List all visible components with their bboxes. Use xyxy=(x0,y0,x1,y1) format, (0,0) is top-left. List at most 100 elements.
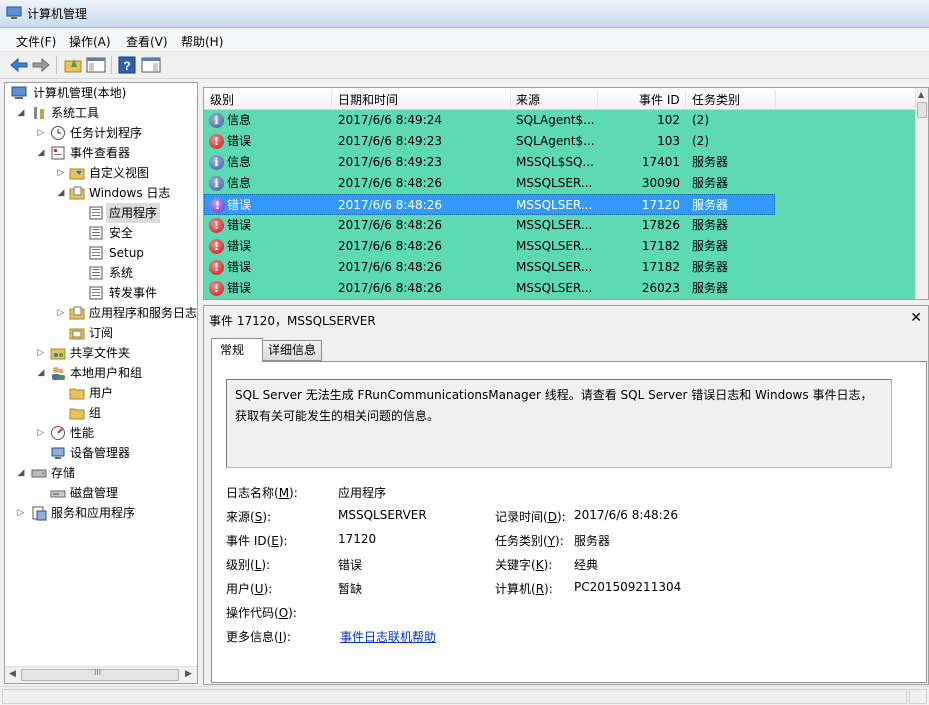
event-datetime: 2017/6/6 8:48:26 xyxy=(338,281,442,295)
tree-node-custom-views[interactable]: ▷ 自定义视图 xyxy=(5,163,195,183)
up-folder-icon[interactable] xyxy=(62,55,84,75)
scroll-grip: III xyxy=(94,668,102,677)
computer-icon xyxy=(11,86,27,99)
expanded-arrow-icon[interactable]: ◢ xyxy=(16,103,26,123)
menu-file[interactable]: 文件(F) xyxy=(16,33,56,50)
event-datetime: 2017/6/6 8:48:26 xyxy=(338,176,442,190)
collapsed-arrow-icon[interactable]: ▷ xyxy=(56,303,66,323)
column-level[interactable]: 级别 xyxy=(210,91,234,108)
tree-node-performance[interactable]: ▷ 性能 xyxy=(5,423,195,443)
event-row[interactable]: ! 错误 2017/6/6 8:48:26 MSSQLSER... 26023 … xyxy=(204,278,775,299)
tree-node-system[interactable]: 系统 xyxy=(5,263,195,283)
list-vertical-scrollbar[interactable]: ▲ xyxy=(915,88,928,299)
event-viewer-icon xyxy=(51,146,65,160)
event-row[interactable]: ! 错误 2017/6/6 8:49:23 SQLAgent$... 103 (… xyxy=(204,131,775,152)
collapsed-arrow-icon[interactable]: ▷ xyxy=(16,503,26,523)
tree-node-event-viewer[interactable]: ◢ 事件查看器 xyxy=(5,143,195,163)
scroll-right-icon[interactable]: ▶ xyxy=(185,669,192,679)
tree-node-users[interactable]: 用户 xyxy=(5,383,195,403)
event-category: 服务器 xyxy=(692,281,729,295)
collapsed-arrow-icon[interactable]: ▷ xyxy=(56,163,66,183)
column-divider[interactable] xyxy=(775,90,776,108)
event-level: 错误 xyxy=(227,134,252,148)
tree-node-forwarded-events[interactable]: 转发事件 xyxy=(5,283,195,303)
help-icon[interactable]: ? xyxy=(116,55,138,75)
menu-view[interactable]: 查看(V) xyxy=(126,33,168,50)
tree-label-system-tools: 系统工具 xyxy=(51,106,100,120)
folder-icon xyxy=(69,408,85,420)
column-divider[interactable] xyxy=(331,90,332,108)
tree-node-system-tools[interactable]: ◢ 系统工具 xyxy=(5,103,195,123)
tree-horizontal-scrollbar[interactable]: ◀ III ▶ xyxy=(5,666,197,683)
tree-node-root[interactable]: 计算机管理(本地) xyxy=(9,83,197,103)
tree-node-storage[interactable]: ◢ 存储 xyxy=(5,463,195,483)
tree-node-app-service-logs[interactable]: ▷ 应用程序和服务日志 xyxy=(5,303,197,323)
computer-management-icon xyxy=(6,6,22,19)
event-description[interactable]: SQL Server 无法生成 FRunCommunicationsManage… xyxy=(226,379,892,468)
event-datetime: 2017/6/6 8:48:26 xyxy=(338,218,442,232)
event-row[interactable]: ! 错误 2017/6/6 8:48:26 MSSQLSER... 17182 … xyxy=(204,236,775,257)
tab-details[interactable]: 详细信息 xyxy=(262,340,322,361)
column-divider[interactable] xyxy=(597,90,598,108)
event-row[interactable]: i 信息 2017/6/6 8:49:23 MSSQL$SQ... 17401 … xyxy=(204,152,775,173)
tree-label-custom-views: 自定义视图 xyxy=(89,166,150,180)
tree-node-security[interactable]: 安全 xyxy=(5,223,195,243)
svg-text:?: ? xyxy=(123,59,130,73)
expanded-arrow-icon[interactable]: ◢ xyxy=(16,463,26,483)
column-datetime[interactable]: 日期和时间 xyxy=(338,91,398,108)
event-level: 错误 xyxy=(227,218,252,232)
menu-action[interactable]: 操作(A) xyxy=(69,33,111,50)
event-row[interactable]: ! 错误 2017/6/6 8:48:26 MSSQLSER... 17826 … xyxy=(204,215,775,236)
action-pane-icon[interactable] xyxy=(140,55,162,75)
tree-node-application[interactable]: 应用程序 xyxy=(5,203,195,223)
event-row[interactable]: i 信息 2017/6/6 8:49:24 SQLAgent$... 102 (… xyxy=(204,110,775,131)
scroll-thumb[interactable]: III xyxy=(21,668,179,681)
event-row-selected[interactable]: ! 错误 2017/6/6 8:48:26 MSSQLSER... 17120 … xyxy=(204,194,775,215)
menu-help[interactable]: 帮助(H) xyxy=(181,33,223,50)
collapsed-arrow-icon[interactable]: ▷ xyxy=(36,343,46,363)
computer-value: PC201509211304 xyxy=(574,580,682,594)
info-icon: i xyxy=(209,176,224,191)
close-icon[interactable]: ✕ xyxy=(910,310,922,326)
error-icon: ! xyxy=(210,198,225,213)
storage-icon xyxy=(31,469,47,478)
scroll-up-icon[interactable]: ▲ xyxy=(918,90,924,99)
expanded-arrow-icon[interactable]: ◢ xyxy=(36,363,46,383)
event-category: 服务器 xyxy=(692,155,729,169)
tree-node-subscriptions[interactable]: 订阅 xyxy=(5,323,195,343)
tab-general[interactable]: 常规 xyxy=(211,338,263,362)
expanded-arrow-icon[interactable]: ◢ xyxy=(56,183,66,203)
show-hide-tree-icon[interactable] xyxy=(85,55,107,75)
event-source: MSSQLSER... xyxy=(516,281,593,295)
tree-node-services-apps[interactable]: ▷ 服务和应用程序 xyxy=(5,503,195,523)
tree-node-windows-logs[interactable]: ◢ Windows 日志 xyxy=(5,183,195,203)
tree-node-device-manager[interactable]: 设备管理器 xyxy=(5,443,195,463)
tree-node-task-scheduler[interactable]: ▷ 任务计划程序 xyxy=(5,123,195,143)
tree-node-setup[interactable]: Setup xyxy=(5,243,195,263)
log-icon xyxy=(89,246,103,260)
collapsed-arrow-icon[interactable]: ▷ xyxy=(36,423,46,443)
tree-node-disk-management[interactable]: 磁盘管理 xyxy=(5,483,195,503)
column-source[interactable]: 来源 xyxy=(516,91,540,108)
error-icon: ! xyxy=(209,281,224,296)
tree-node-local-users[interactable]: ◢ 本地用户和组 xyxy=(5,363,195,383)
online-help-link[interactable]: 事件日志联机帮助 xyxy=(340,628,436,645)
scroll-thumb[interactable] xyxy=(917,102,927,118)
event-datetime: 2017/6/6 8:49:23 xyxy=(338,134,442,148)
back-arrow-icon[interactable] xyxy=(8,55,30,75)
expanded-arrow-icon[interactable]: ◢ xyxy=(36,143,46,163)
tree-label-forwarded-events: 转发事件 xyxy=(109,286,158,300)
collapsed-arrow-icon[interactable]: ▷ xyxy=(36,123,46,143)
tree-node-shared-folders[interactable]: ▷ 共享文件夹 xyxy=(5,343,195,363)
tree-label-disk-management: 磁盘管理 xyxy=(70,486,119,500)
column-divider[interactable] xyxy=(510,90,511,108)
scroll-left-icon[interactable]: ◀ xyxy=(9,669,16,679)
column-event-id[interactable]: 事件 ID xyxy=(639,91,680,108)
event-row[interactable]: i 信息 2017/6/6 8:48:26 MSSQLSER... 30090 … xyxy=(204,173,775,194)
tree-node-groups[interactable]: 组 xyxy=(5,403,195,423)
column-divider[interactable] xyxy=(685,90,686,108)
column-task-category[interactable]: 任务类别 xyxy=(692,91,740,108)
event-row[interactable]: ! 错误 2017/6/6 8:48:26 MSSQLSER... 17182 … xyxy=(204,257,775,278)
event-category: 服务器 xyxy=(692,198,729,212)
forward-arrow-icon[interactable] xyxy=(30,55,52,75)
